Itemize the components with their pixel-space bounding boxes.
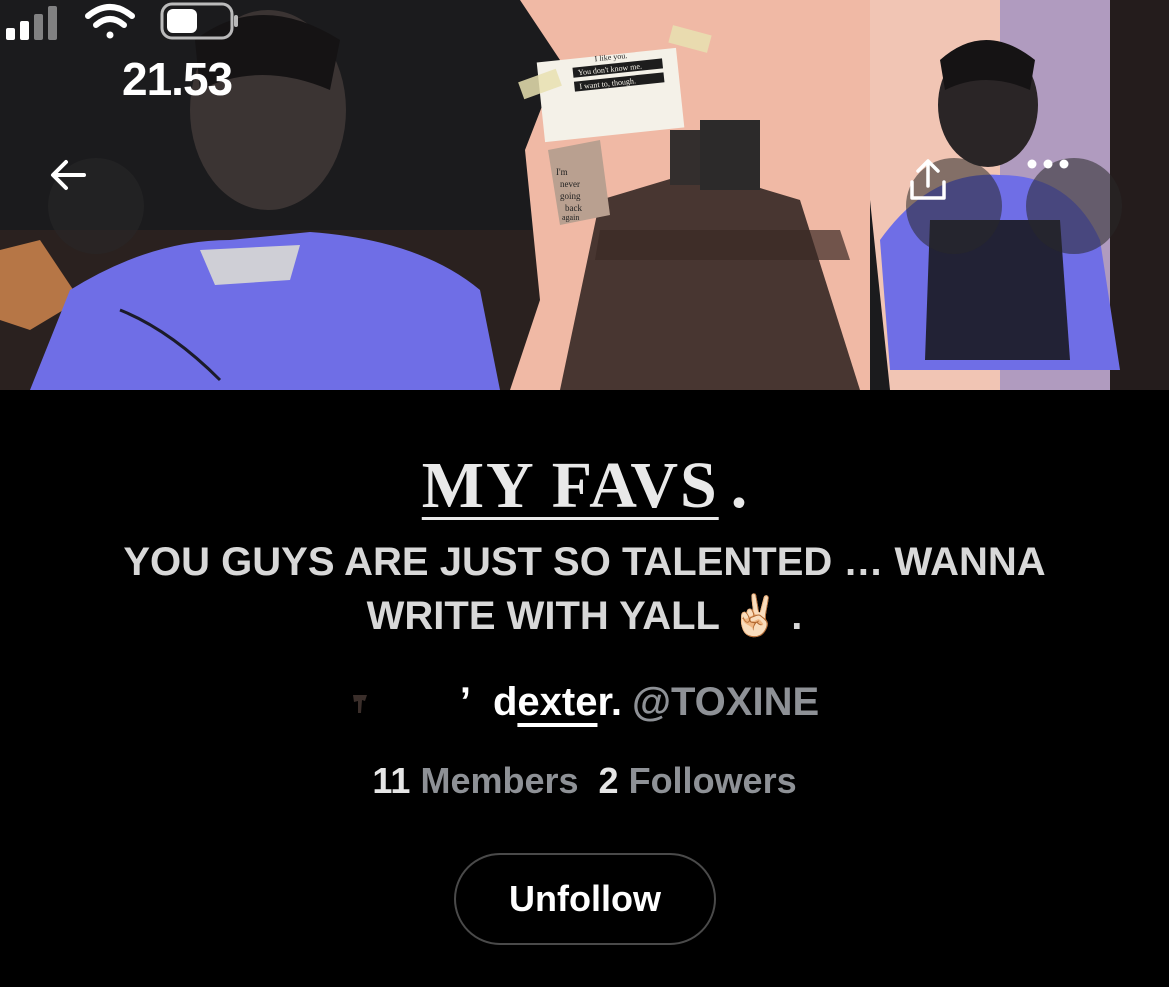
status-time: 21.53 xyxy=(122,53,233,105)
list-description: YOU GUYS ARE JUST SO TALENTED … WANNA WR… xyxy=(60,535,1109,643)
arrow-left-icon xyxy=(51,160,86,190)
svg-text:back: back xyxy=(565,203,582,213)
followers-count: 2 xyxy=(598,760,619,801)
owner-name-prefix: d xyxy=(492,680,518,724)
list-title-suffix: . xyxy=(730,449,748,522)
battery-icon xyxy=(160,2,238,40)
members-link[interactable]: 11 Members xyxy=(372,760,578,801)
svg-text:going: going xyxy=(560,191,581,201)
list-banner-image: I like you. You don't know me. I want to… xyxy=(0,0,1169,390)
svg-text:never: never xyxy=(560,179,580,189)
followers-label: Followers xyxy=(628,760,797,801)
more-horizontal-icon xyxy=(1027,159,1069,169)
unfollow-button[interactable]: Unfollow xyxy=(454,853,716,945)
list-title-text: MY FAVS xyxy=(421,449,719,522)
owner-name-underlined: exte xyxy=(517,680,598,724)
owner-handle[interactable]: @TOXINE xyxy=(632,680,819,724)
owner-display-name[interactable]: dexter. xyxy=(493,680,622,724)
back-button[interactable] xyxy=(48,158,144,254)
list-description-line-1: YOU GUYS ARE JUST SO TALENTED … WANNA xyxy=(123,540,1046,584)
share-button[interactable] xyxy=(906,158,1002,254)
svg-text:again: again xyxy=(562,213,579,222)
svg-text:I'm: I'm xyxy=(556,167,568,177)
owner-name-suffix: r. xyxy=(597,680,622,724)
list-description-line-2: WRITE WITH YALL ✌🏻 . xyxy=(366,594,803,638)
wifi-icon xyxy=(85,4,135,39)
owner-avatar-icon xyxy=(352,695,367,714)
cellular-signal-icon xyxy=(6,6,57,40)
list-title: MY FAVS. xyxy=(0,448,1169,524)
more-options-button[interactable] xyxy=(1026,158,1122,254)
list-stats: 11 Members 2 Followers xyxy=(0,760,1169,802)
status-icons xyxy=(6,2,238,40)
followers-link[interactable]: 2 Followers xyxy=(599,760,797,801)
list-owner[interactable]: ’ dexter. @TOXINE xyxy=(0,680,1169,725)
owner-name-apostrophe: ’ xyxy=(459,680,471,724)
members-count: 11 xyxy=(372,760,411,801)
members-label: Members xyxy=(420,760,579,801)
share-icon xyxy=(910,159,946,200)
